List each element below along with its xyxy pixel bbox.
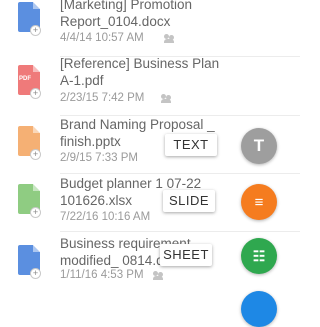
file-date: 1/11/16 4:53 PM	[60, 269, 144, 281]
new-slide-button[interactable]: ≡	[241, 184, 277, 220]
pdf-icon: PDF +	[18, 65, 41, 99]
sheet-icon: ☷	[252, 247, 266, 264]
new-sheet-button[interactable]: ☷	[241, 238, 277, 274]
file-date: 2/23/15 7:42 PM	[60, 92, 145, 104]
file-date: 4/4/14 10:57 AM	[60, 32, 144, 44]
file-row[interactable]: + [Marketing] Promotion Report_0104.docx …	[0, 0, 300, 52]
shared-people-icon	[161, 94, 173, 103]
new-slide-label[interactable]: SLIDE	[163, 190, 215, 212]
file-name: [Marketing] Promotion Report_0104.docx	[60, 0, 193, 29]
slide-icon: ≡	[254, 193, 264, 211]
file-date: 2/9/15 7:33 PM	[60, 152, 138, 164]
new-text-button[interactable]: T	[241, 128, 277, 164]
create-new-button[interactable]	[241, 291, 277, 327]
file-name: [Reference] Business Plan A-1.pdf	[60, 56, 220, 88]
new-sheet-label[interactable]: SHEET	[160, 244, 212, 266]
file-row[interactable]: PDF + [Reference] Business Plan A-1.pdf 2/…	[0, 55, 300, 113]
new-text-label[interactable]: TEXT	[165, 134, 217, 156]
shared-people-icon	[153, 271, 165, 280]
file-date: 7/22/16 10:16 AM	[60, 211, 151, 223]
presentation-icon: +	[18, 126, 41, 160]
document-icon: +	[18, 2, 41, 36]
shared-people-icon	[164, 34, 176, 43]
spreadsheet-icon: +	[18, 184, 41, 218]
document-icon: +	[18, 245, 41, 279]
text-icon: T	[253, 136, 265, 155]
